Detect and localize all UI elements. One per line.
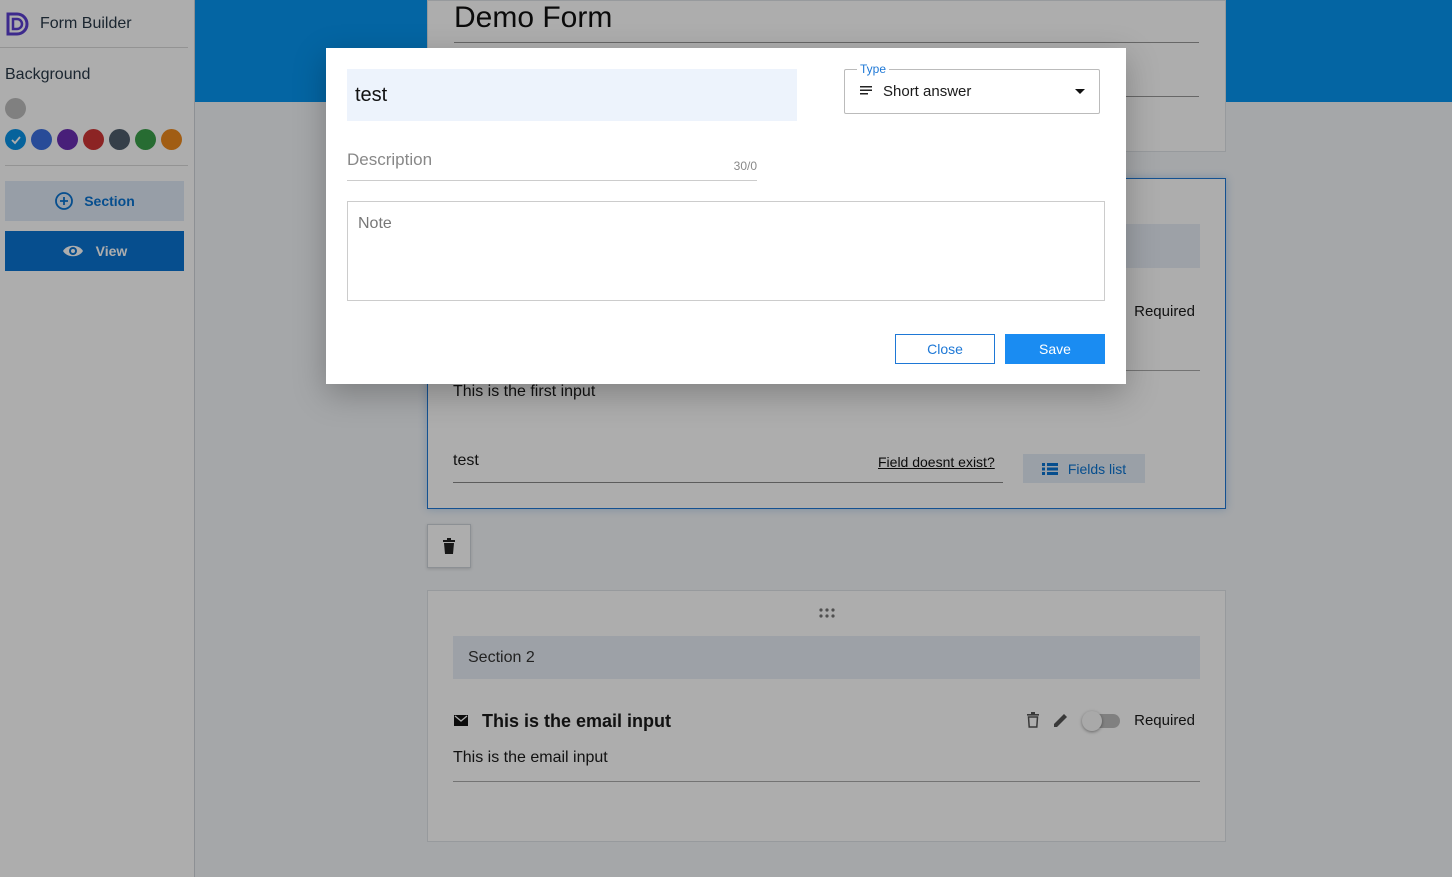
type-select[interactable]: Type Short answer: [844, 62, 1100, 114]
type-select-value: Short answer: [883, 83, 972, 100]
type-legend: Type: [857, 62, 890, 76]
dropdown-caret-icon: [1075, 89, 1085, 94]
description-field[interactable]: Description 30/0: [347, 148, 757, 181]
short-text-icon: [860, 86, 872, 95]
edit-field-dialog: Type Short answer Description 30/0 Note …: [326, 48, 1126, 384]
note-textarea[interactable]: Note: [347, 201, 1105, 301]
save-button[interactable]: Save: [1005, 334, 1105, 364]
description-counter: 30/0: [733, 159, 757, 173]
note-placeholder: Note: [358, 215, 392, 232]
close-button[interactable]: Close: [895, 334, 995, 364]
field-name-input[interactable]: [347, 69, 797, 121]
description-placeholder: Description: [347, 150, 433, 169]
